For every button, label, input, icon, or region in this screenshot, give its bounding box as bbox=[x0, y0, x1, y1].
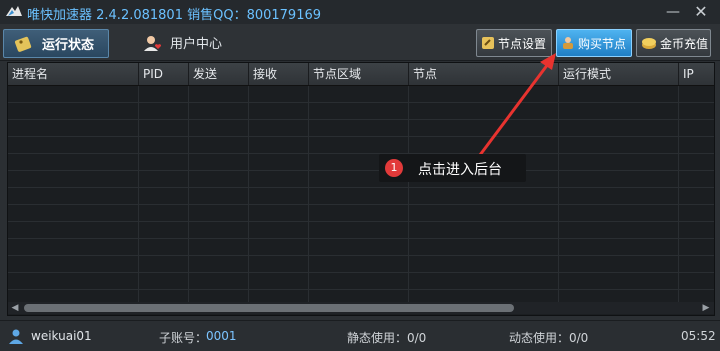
status-bar: weikuai01 子账号： 0001 静态使用：0/0 动态使用：0/0 05… bbox=[0, 320, 720, 351]
minimize-button[interactable]: — bbox=[660, 2, 686, 22]
scroll-left-arrow-icon[interactable]: ◀ bbox=[9, 302, 21, 314]
column-header-process[interactable]: 进程名 bbox=[8, 63, 139, 85]
close-button[interactable]: ✕ bbox=[688, 2, 714, 22]
app-logo-icon bbox=[6, 6, 22, 16]
coin-icon bbox=[642, 38, 656, 49]
buy-node-label: 购买节点 bbox=[578, 36, 627, 51]
table-body bbox=[8, 86, 714, 302]
callout-step-badge: 1 bbox=[385, 159, 403, 177]
tab-user-center[interactable]: 用户中心 bbox=[132, 29, 242, 56]
dynamic-usage: 动态使用：0/0 bbox=[509, 331, 589, 345]
title-bar: 唯快加速器 2.4.2.081801 销售QQ：800179169 — ✕ bbox=[0, 0, 720, 24]
column-header-send[interactable]: 发送 bbox=[189, 63, 249, 85]
column-header-receive[interactable]: 接收 bbox=[249, 63, 309, 85]
callout-text: 点击进入后台 bbox=[418, 162, 502, 178]
horizontal-scrollbar[interactable]: ◀ ▶ bbox=[8, 302, 714, 314]
column-header-pid[interactable]: PID bbox=[139, 63, 189, 85]
table-header: 进程名 PID 发送 接收 节点区域 节点 运行模式 IP bbox=[8, 63, 714, 86]
status-tag-icon bbox=[14, 36, 32, 52]
scroll-right-arrow-icon[interactable]: ▶ bbox=[700, 302, 712, 314]
callout-tooltip: 1 点击进入后台 bbox=[379, 154, 526, 182]
sub-account-label: 子账号： bbox=[159, 331, 208, 345]
buy-node-icon bbox=[563, 37, 573, 49]
column-header-ip[interactable]: IP bbox=[679, 63, 714, 85]
node-settings-icon bbox=[482, 37, 494, 49]
username: weikuai01 bbox=[31, 329, 92, 343]
column-header-node-region[interactable]: 节点区域 bbox=[309, 63, 409, 85]
sub-account-value: 0001 bbox=[206, 329, 237, 343]
coin-recharge-label: 金币充值 bbox=[660, 36, 709, 51]
tab-user-center-label: 用户中心 bbox=[170, 37, 223, 52]
tab-running-status[interactable]: 运行状态 bbox=[3, 29, 109, 58]
clock-time: 05:52 bbox=[681, 329, 716, 343]
toolbar: 运行状态 用户中心 节点设置 购买节点 金币充值 bbox=[0, 24, 720, 61]
node-settings-label: 节点设置 bbox=[498, 36, 547, 51]
process-table: 进程名 PID 发送 接收 节点区域 节点 运行模式 IP ◀ ▶ bbox=[7, 62, 715, 316]
tab-running-status-label: 运行状态 bbox=[42, 38, 95, 53]
node-settings-button[interactable]: 节点设置 bbox=[476, 29, 552, 57]
buy-node-button[interactable]: 购买节点 bbox=[556, 29, 632, 57]
user-icon bbox=[9, 329, 23, 344]
window-title: 唯快加速器 2.4.2.081801 销售QQ：800179169 bbox=[27, 8, 322, 23]
column-header-node[interactable]: 节点 bbox=[409, 63, 559, 85]
column-header-run-mode[interactable]: 运行模式 bbox=[559, 63, 679, 85]
static-usage: 静态使用：0/0 bbox=[347, 331, 427, 345]
scrollbar-thumb[interactable] bbox=[24, 304, 514, 312]
coin-recharge-button[interactable]: 金币充值 bbox=[636, 29, 711, 57]
user-center-icon bbox=[144, 35, 162, 51]
